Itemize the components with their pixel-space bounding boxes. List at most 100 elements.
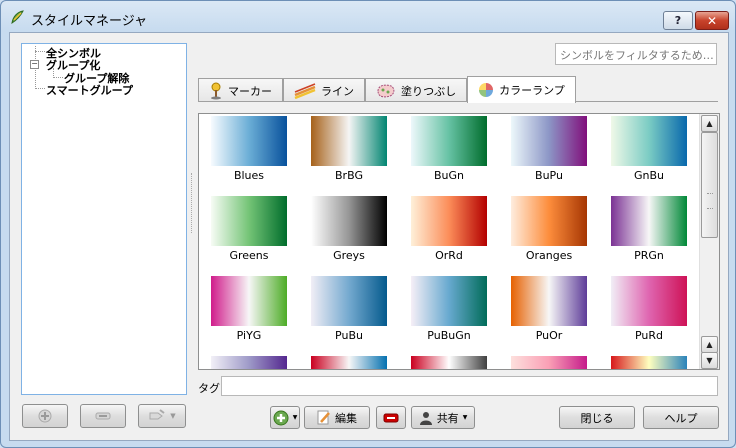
ramp-label: GnBu [633,169,664,182]
ramp-label: Oranges [525,249,573,262]
ramp-swatch [411,276,487,326]
ramp-swatch [611,276,687,326]
ramp-swatch [211,276,287,326]
ramp-label: PuBuGn [427,329,471,342]
color-ramp-item[interactable] [211,356,287,369]
color-ramp-item[interactable]: PuRd [611,276,687,342]
vertical-scrollbar[interactable]: ▲ ▲ ▼ [699,114,719,369]
edit-item-button[interactable]: 編集 [304,406,370,429]
color-ramp-item[interactable]: PuBuGn [411,276,487,342]
color-ramp-list[interactable]: Blues BrBG BuGn BuPu GnBu Greens Greys OrRd Oran… [198,113,720,370]
color-ramp-item[interactable]: BuPu [511,116,587,182]
dropdown-arrow-icon: ▼ [462,414,468,421]
scroll-down-icon[interactable]: ▼ [701,352,718,369]
title-bar[interactable]: スタイルマネージャ ? ✕ [1,1,735,33]
tree-item-label: スマートグループ [46,84,134,97]
tag-input[interactable] [221,376,718,396]
scroll-up-small-icon[interactable]: ▲ [701,336,718,353]
ramp-swatch [311,356,387,369]
dialog-body: 全シンボル − グループ化 グループ解除 スマートグループ ▼ シンボルをフィル… [9,32,729,441]
group-tree[interactable]: 全シンボル − グループ化 グループ解除 スマートグループ [21,43,187,395]
remove-item-button[interactable] [376,406,406,429]
tab-marker[interactable]: マーカー [198,78,283,102]
ramp-swatch [511,356,587,369]
remove-group-button[interactable] [80,404,126,428]
ramp-swatch [611,116,687,166]
ramp-label: OrRd [435,249,463,262]
color-ramp-icon [479,83,494,97]
ramp-label: BuPu [535,169,563,182]
help-button[interactable]: ヘルプ [643,406,719,429]
ramp-swatch [311,116,387,166]
group-actions-button[interactable]: ▼ [138,404,186,428]
ramp-swatch [311,276,387,326]
ramp-swatch [411,196,487,246]
tree-connector [35,88,45,89]
dropdown-arrow-icon: ▼ [170,412,176,420]
color-ramp-item[interactable]: BuGn [411,116,487,182]
dropdown-arrow-icon: ▼ [292,414,298,421]
color-ramp-item[interactable] [511,356,587,369]
close-window-icon: ✕ [706,13,718,28]
color-ramp-item[interactable]: Greens [211,196,287,262]
ramp-swatch [411,116,487,166]
ramp-swatch [511,276,587,326]
share-menu-button[interactable]: 共有 ▼ [411,406,475,429]
tab-color-ramp[interactable]: カラーランプ [467,76,576,103]
color-ramp-item[interactable]: OrRd [411,196,487,262]
qgis-icon [11,10,24,25]
color-ramp-item[interactable] [611,356,687,369]
color-ramp-item[interactable] [311,356,387,369]
color-ramp-item[interactable]: Blues [211,116,287,182]
tab-divider [198,101,718,102]
color-ramp-item[interactable]: GnBu [611,116,687,182]
collapse-icon[interactable]: − [30,60,39,69]
tree-item-smart-groups[interactable]: スマートグループ [46,82,133,98]
collapse-glyph: − [31,59,38,68]
ramp-swatch [311,196,387,246]
ramp-label: BrBG [335,169,363,182]
splitter-handle[interactable] [191,173,195,233]
help-label: ヘルプ [664,411,698,425]
symbol-filter-input[interactable]: シンボルをフィルタするため… [555,43,717,65]
add-item-button[interactable]: ▼ [270,406,300,429]
tab-label: カラーランプ [499,84,565,97]
tab-fill[interactable]: 塗りつぶし [365,78,468,102]
symbol-type-tabs: マーカー ライン 塗りつぶし カラーランプ [198,76,576,103]
color-ramp-item[interactable]: PuBu [311,276,387,342]
window-title: スタイルマネージャ [31,14,148,29]
color-ramp-item[interactable]: Greys [311,196,387,262]
grip-icon [707,193,713,209]
ramp-swatch [211,356,287,369]
share-label: 共有 [436,411,459,425]
color-ramp-item[interactable]: PRGn [611,196,687,262]
ramp-label: PuOr [535,329,563,342]
help-title-label: ? [674,14,682,27]
tab-line[interactable]: ライン [283,78,365,102]
close-button[interactable]: 閉じる [559,406,635,429]
tab-label: 塗りつぶし [401,84,457,98]
help-title-button[interactable]: ? [663,11,693,30]
color-ramp-item[interactable]: Oranges [511,196,587,262]
color-ramp-item[interactable]: PiYG [211,276,287,342]
ramp-label: BuGn [433,169,464,182]
tree-connector [53,77,63,78]
marker-icon [211,82,221,99]
ramp-swatch [511,116,587,166]
edit-icon [317,410,330,424]
color-ramp-item[interactable]: BrBG [311,116,387,182]
edit-label: 編集 [335,411,357,425]
color-ramp-item[interactable]: PuOr [511,276,587,342]
ramp-swatch [611,196,687,246]
ramp-swatch [211,116,287,166]
close-label: 閉じる [580,411,614,425]
close-window-button[interactable]: ✕ [695,11,729,30]
scroll-up-icon[interactable]: ▲ [701,115,718,132]
tag-label: タグ [198,382,220,395]
line-icon [294,82,316,99]
add-group-button[interactable] [22,404,68,428]
scroll-thumb[interactable] [701,132,718,238]
add-group-icon [38,409,52,423]
ramp-label: Greens [229,249,269,262]
color-ramp-item[interactable] [411,356,487,369]
